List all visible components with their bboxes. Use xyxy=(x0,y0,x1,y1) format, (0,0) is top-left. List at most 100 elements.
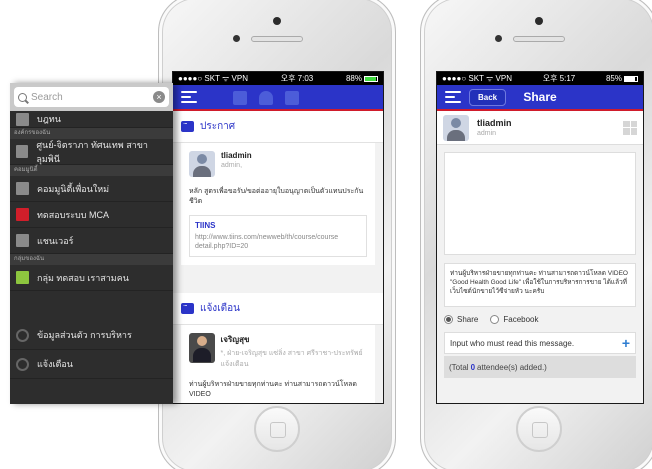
battery-fill xyxy=(365,76,376,81)
share-target-options: Share Facebook xyxy=(437,307,643,332)
earpiece-speaker xyxy=(251,36,303,42)
menu-item-label: แชนเวอร์ xyxy=(37,235,74,246)
menu-item-community-new-friends[interactable]: คอมมูนิตี้เพื่อนใหม่ xyxy=(10,176,173,202)
hamburger-menu-icon[interactable] xyxy=(181,91,197,103)
menu-item-test-group[interactable]: กลุ่ม ทดสอบ เราสามคน xyxy=(10,265,173,291)
menu-item-mca-test[interactable]: ทดสอบระบบ MCA xyxy=(10,202,173,228)
grid-icon[interactable] xyxy=(623,120,637,135)
clock-icon xyxy=(16,357,29,371)
post-body: หลัก สูตรเพื่อขอรับ/ขอต่ออายุใบอนุญาตเป็… xyxy=(189,188,364,205)
must-read-input[interactable]: Input who must read this message. + xyxy=(444,332,636,354)
battery-indicator: 88% xyxy=(346,72,378,85)
menu-item-notifications[interactable]: แจ้งเตือน xyxy=(10,350,173,379)
shared-content: ท่านผู้บริหารฝ่ายขายทุกท่านคะ ท่านสามารถ… xyxy=(444,263,636,307)
chat-bubble-icon xyxy=(181,117,194,132)
home-button[interactable] xyxy=(254,406,300,452)
radio-unselected-icon xyxy=(490,315,500,324)
battery-fill xyxy=(625,76,636,81)
right-phone-frame: ●●●●○ SKT ᯤ VPN 오후 5:17 85% Back Share t… xyxy=(420,0,652,469)
gear-icon xyxy=(16,328,29,342)
radio-selected-icon xyxy=(444,315,453,324)
battery-indicator: 85% xyxy=(606,72,638,85)
group-icon xyxy=(16,271,29,284)
app-store-preview: ●●●●○ SKT ᯤ VPN 오후 7:03 88% ประกาศ xyxy=(0,0,652,469)
facebook-radio-label: Facebook xyxy=(503,315,539,324)
clock-label: 오후 5:17 xyxy=(542,74,576,83)
must-read-placeholder: Input who must read this message. xyxy=(450,338,575,348)
menu-item-top[interactable]: บฎทน xyxy=(10,111,173,128)
post-body: ท่านผู้บริหารฝ่ายขายทุกท่านคะ ท่านสามารถ… xyxy=(189,381,357,398)
search-icon xyxy=(18,92,27,102)
author-role: *, ฝ่าย-เจริญสุข แซ่ลิ่ง สาขา ศรีราชา-ปร… xyxy=(220,350,363,368)
carrier-label: ●●●●○ SKT ᯤ VPN xyxy=(442,74,512,83)
home-button[interactable] xyxy=(516,406,562,452)
search-bar: Search × xyxy=(10,83,173,111)
share-author: tliadmin admin xyxy=(437,111,643,145)
attendee-number: 0 xyxy=(470,362,476,372)
alert-title: แจ้งเตือน xyxy=(200,303,240,314)
menu-group-header: กลุ่มของฉัน xyxy=(10,254,173,265)
attendee-count: (Total 0 attendee(s) added.) xyxy=(444,356,636,378)
list-tab-icon[interactable] xyxy=(285,91,299,105)
author-name: tliadmin xyxy=(477,118,512,128)
author-role: admin xyxy=(477,130,497,137)
menu-item-label: บฎทน xyxy=(37,114,61,124)
alert-header: แจ้งเตือน xyxy=(173,293,383,325)
alert-post[interactable]: เจริญสุข *, ฝ่าย-เจริญสุข แซ่ลิ่ง สาขา ศ… xyxy=(181,325,375,403)
sensor xyxy=(495,35,502,42)
status-bar: ●●●●○ SKT ᯤ VPN 오후 5:17 85% xyxy=(437,72,643,85)
share-radio-label: Share xyxy=(457,315,479,324)
announcement-post[interactable]: tliadmin admin, หลัก สูตรเพื่อขอรับ/ขอต่… xyxy=(181,143,375,265)
menu-item-organization[interactable]: ศูนย์-จิตราภา ทัศนเทพ สาขา ลุมพินี xyxy=(10,139,173,165)
left-phone-frame: ●●●●○ SKT ᯤ VPN 오후 7:03 88% ประกาศ xyxy=(158,0,396,469)
share-radio[interactable]: Share xyxy=(444,315,478,324)
add-attendee-icon[interactable]: + xyxy=(622,336,630,350)
menu-item-profile-settings[interactable]: ข้อมูลส่วนตัว การบริหาร xyxy=(10,321,173,350)
menu-item-label: คอมมูนิตี้เพื่อนใหม่ xyxy=(37,183,110,194)
menu-item-label: แจ้งเตือน xyxy=(37,359,73,369)
announcement-header: ประกาศ xyxy=(173,111,383,143)
menu-item-label: ทดสอบระบบ MCA xyxy=(37,209,109,220)
gift-icon xyxy=(16,208,29,221)
building-icon xyxy=(16,145,29,158)
menu-item-label: ข้อมูลส่วนตัว การบริหาร xyxy=(37,330,132,340)
menu-item-shanwer[interactable]: แชนเวอร์ xyxy=(10,228,173,254)
clear-icon[interactable]: × xyxy=(153,91,165,103)
front-camera xyxy=(273,17,281,25)
people-icon xyxy=(16,234,29,247)
menu-spacer xyxy=(10,291,173,321)
nav-tab-icons xyxy=(233,91,299,105)
hamburger-menu-icon[interactable] xyxy=(445,91,461,103)
chat-bubble-icon xyxy=(181,299,194,314)
post-author: เจริญสุข *, ฝ่าย-เจริญสุข แซ่ลิ่ง สาขา ศ… xyxy=(189,333,367,370)
top-nav-bar: Back Share xyxy=(437,85,643,111)
message-textarea[interactable] xyxy=(444,152,636,255)
front-camera xyxy=(535,17,543,25)
battery-icon xyxy=(624,75,638,82)
chat-tab-icon[interactable] xyxy=(233,91,247,105)
search-input[interactable]: Search × xyxy=(14,87,169,107)
link-title: TIINS xyxy=(195,221,216,230)
profile-tab-icon[interactable] xyxy=(259,91,273,105)
facebook-radio[interactable]: Facebook xyxy=(490,315,539,324)
author-name: tliadmin xyxy=(221,151,252,160)
author-role: admin, xyxy=(221,162,243,169)
clock-label: 오후 7:03 xyxy=(280,74,314,83)
avatar xyxy=(443,114,469,141)
top-nav-bar xyxy=(173,85,383,111)
announcement-title: ประกาศ xyxy=(200,121,236,132)
earpiece-speaker xyxy=(513,36,565,42)
people-icon xyxy=(16,182,29,195)
right-phone-screen: ●●●●○ SKT ᯤ VPN 오후 5:17 85% Back Share t… xyxy=(436,71,644,404)
carrier-label: ●●●●○ SKT ᯤ VPN xyxy=(178,74,248,83)
sensor xyxy=(233,35,240,42)
menu-item-label: ศูนย์-จิตราภา ทัศนเทพ สาขา ลุมพินี xyxy=(36,139,148,164)
side-menu-panel: Search × บฎทน องค์กรของฉัน ศูนย์-จิตราภา… xyxy=(10,83,173,404)
link-preview[interactable]: TIINS http://www.tiins.com/newweb/th/cou… xyxy=(189,215,367,257)
search-placeholder: Search xyxy=(31,91,63,103)
link-url: http://www.tiins.com/newweb/th/course/co… xyxy=(195,234,339,250)
battery-icon xyxy=(364,75,378,82)
back-button[interactable]: Back xyxy=(469,88,507,106)
avatar xyxy=(189,151,215,177)
status-bar: ●●●●○ SKT ᯤ VPN 오후 7:03 88% xyxy=(173,72,383,85)
